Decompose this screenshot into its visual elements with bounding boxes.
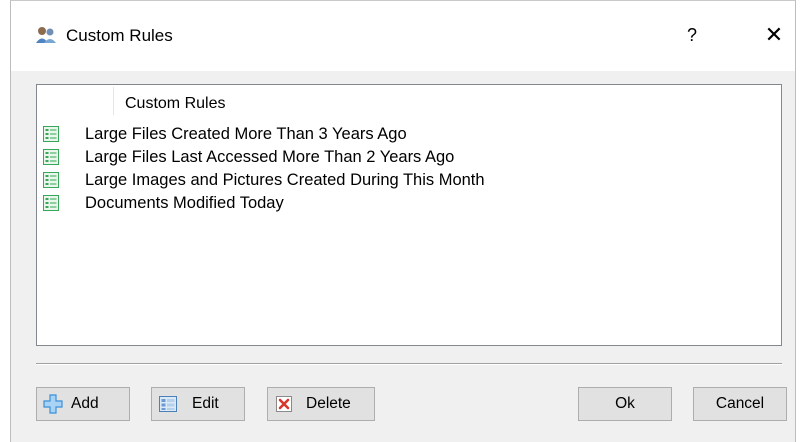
list-item[interactable]: Large Images and Pictures Created During… <box>37 169 781 192</box>
column-divider <box>113 87 114 115</box>
ok-button-label: Ok <box>615 395 635 412</box>
rule-rows: Large Files Created More Than 3 Years Ag… <box>37 123 781 215</box>
rule-icon <box>43 195 59 211</box>
column-header-label: Custom Rules <box>125 95 226 112</box>
button-separator-highlight <box>36 364 782 365</box>
rule-icon <box>43 126 59 142</box>
close-button[interactable]: ✕ <box>751 15 797 55</box>
title-bar: Custom Rules ? ✕ <box>11 1 795 71</box>
add-button-label: Add <box>71 395 99 412</box>
custom-rules-list[interactable]: Custom Rules Large Files Created More Th… <box>36 84 782 346</box>
cancel-button-label: Cancel <box>715 395 765 412</box>
add-button[interactable]: Add <box>36 387 130 421</box>
rule-icon <box>43 149 59 165</box>
delete-button[interactable]: Delete <box>267 387 375 421</box>
list-item-label: Large Files Created More Than 3 Years Ag… <box>85 125 407 143</box>
ok-button[interactable]: Ok <box>578 387 672 421</box>
column-header-custom-rules[interactable]: Custom Rules <box>75 85 375 121</box>
list-item-label: Large Files Last Accessed More Than 2 Ye… <box>85 148 455 166</box>
list-item[interactable]: Large Files Created More Than 3 Years Ag… <box>37 123 781 146</box>
custom-rules-app-icon <box>36 27 56 43</box>
edit-button-label: Edit <box>192 395 219 412</box>
edit-icon <box>159 396 177 412</box>
list-item[interactable]: Large Files Last Accessed More Than 2 Ye… <box>37 146 781 169</box>
add-icon <box>43 394 63 414</box>
list-item-label: Large Images and Pictures Created During… <box>85 171 485 189</box>
window-title: Custom Rules <box>66 26 173 45</box>
custom-rules-dialog: Custom Rules ? ✕ Custom Rules Large File… <box>10 0 796 442</box>
help-button[interactable]: ? <box>669 15 715 55</box>
edit-button[interactable]: Edit <box>151 387 245 421</box>
delete-icon <box>276 396 292 412</box>
delete-button-label: Delete <box>306 395 351 412</box>
list-item[interactable]: Documents Modified Today <box>37 192 781 215</box>
list-item-label: Documents Modified Today <box>85 194 284 212</box>
rule-icon <box>43 172 59 188</box>
cancel-button[interactable]: Cancel <box>693 387 787 421</box>
